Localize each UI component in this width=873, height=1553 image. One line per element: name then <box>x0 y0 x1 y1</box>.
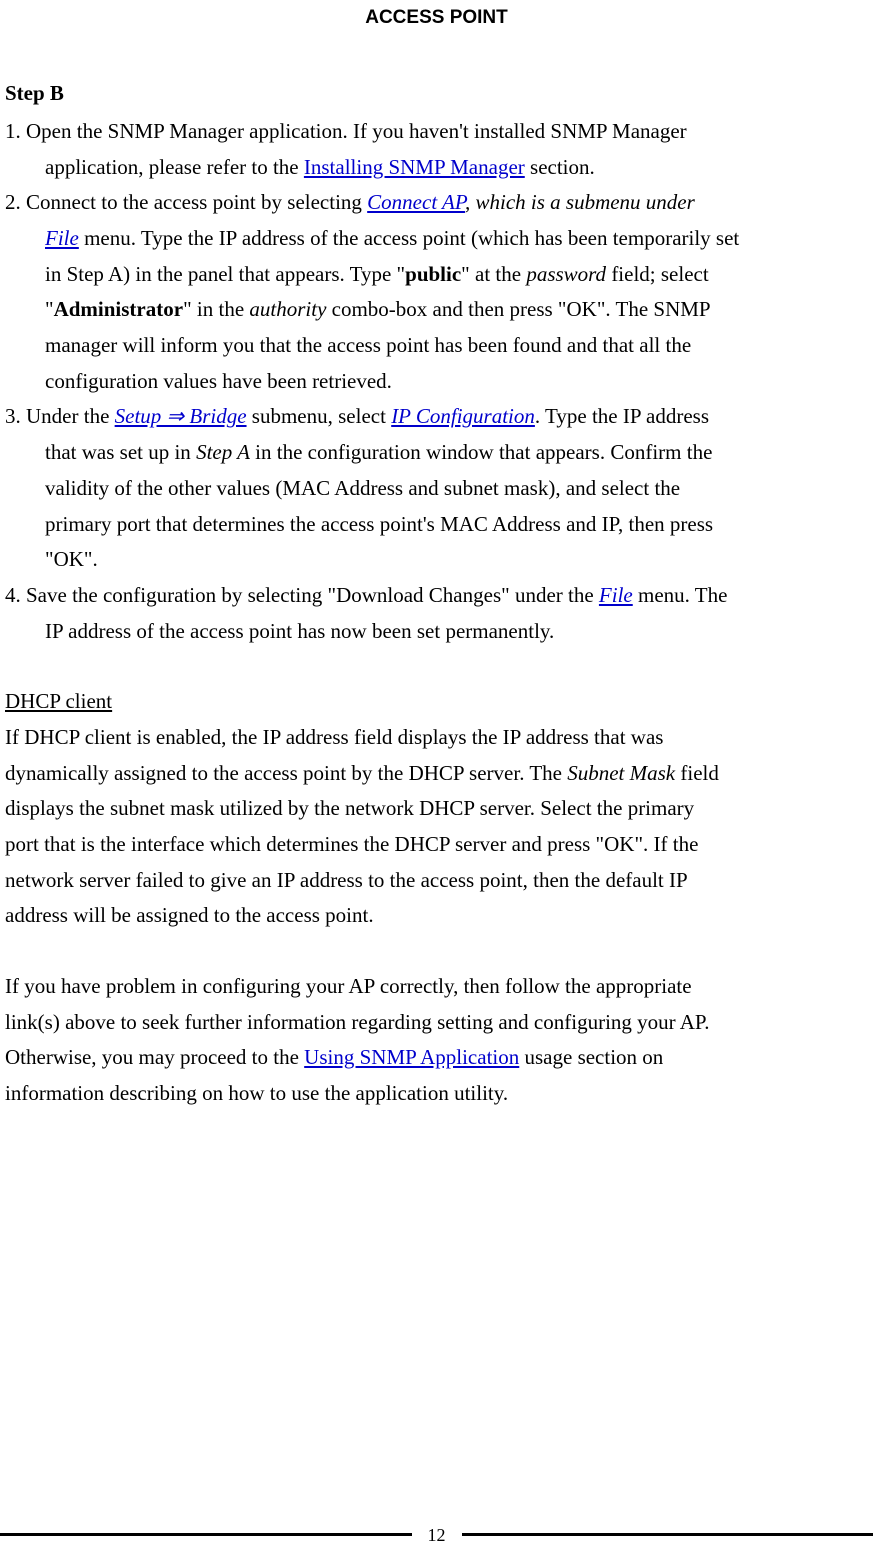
text: dynamically assigned to the access point… <box>5 761 567 785</box>
list-number: 1. <box>5 119 26 143</box>
header-title: ACCESS POINT <box>365 7 508 28</box>
list-item: 4. Save the configuration by selecting "… <box>5 578 868 649</box>
text: application, please refer to the <box>45 155 304 179</box>
text: field <box>675 761 719 785</box>
list-number: 2. <box>5 190 26 214</box>
text: in Step A) in the panel that appears. Ty… <box>45 262 405 286</box>
list-item: 1. Open the SNMP Manager application. If… <box>5 114 868 185</box>
text: . Type the IP address <box>535 404 709 428</box>
text: menu. The <box>633 583 728 607</box>
text: port that is the interface which determi… <box>5 827 868 863</box>
link-setup-bridge[interactable]: Setup ⇒ Bridge <box>115 404 247 428</box>
text: usage section on <box>519 1045 663 1069</box>
text: address will be assigned to the access p… <box>5 898 868 934</box>
text: Otherwise, you may proceed to the <box>5 1045 304 1069</box>
text: menu. Type the IP address of the access … <box>79 226 739 250</box>
page-number: 12 <box>412 1520 462 1551</box>
text: link(s) above to seek further informatio… <box>5 1005 868 1041</box>
link-file-menu[interactable]: File <box>45 226 79 250</box>
link-installing-snmp-manager[interactable]: Installing SNMP Manager <box>304 155 525 179</box>
list-body: IP address of the access point has now b… <box>5 614 868 650</box>
text-italic: authority <box>249 297 326 321</box>
text: Open the SNMP Manager application. If yo… <box>26 119 687 143</box>
footer-rule-right <box>462 1533 873 1536</box>
text: displays the subnet mask utilized by the… <box>5 791 868 827</box>
text: information describing on how to use the… <box>5 1076 868 1112</box>
step-label: Step B <box>5 76 868 112</box>
text: " at the <box>461 262 526 286</box>
text: submenu, select <box>247 404 392 428</box>
list-body: that was set up in Step A in the configu… <box>5 435 868 578</box>
text: If DHCP client is enabled, the IP addres… <box>5 720 868 756</box>
text-bold: Administrator <box>54 297 184 321</box>
text: primary port that determines the access … <box>45 507 868 543</box>
text: validity of the other values (MAC Addres… <box>45 471 868 507</box>
link-using-snmp-application[interactable]: Using SNMP Application <box>304 1045 519 1069</box>
text: Under the <box>26 404 115 428</box>
page-content: Step B 1. Open the SNMP Manager applicat… <box>5 76 868 1112</box>
text: configuration values have been retrieved… <box>45 364 868 400</box>
text: " in the <box>183 297 249 321</box>
closing-paragraph: If you have problem in configuring your … <box>5 969 868 1112</box>
text: field; select <box>606 262 709 286</box>
list-body: application, please refer to the Install… <box>5 150 868 186</box>
dhcp-heading: DHCP client <box>5 684 868 720</box>
text: combo-box and then press "OK". The SNMP <box>326 297 710 321</box>
text: section. <box>525 155 595 179</box>
text: in the configuration window that appears… <box>250 440 712 464</box>
link-connect-ap[interactable]: Connect AP <box>367 190 465 214</box>
text-bold: public <box>405 262 461 286</box>
text: "OK". <box>45 542 868 578</box>
list-number: 3. <box>5 404 26 428</box>
text: , which is a submenu under <box>465 190 695 214</box>
footer-rule-left <box>0 1533 412 1536</box>
text: Save the configuration by selecting "Dow… <box>26 583 599 607</box>
text: network server failed to give an IP addr… <box>5 863 868 899</box>
page-header: ACCESS POINT <box>5 0 868 54</box>
list-item: 3. Under the Setup ⇒ Bridge submenu, sel… <box>5 399 868 577</box>
text: If you have problem in configuring your … <box>5 969 868 1005</box>
text: IP address of the access point has now b… <box>45 614 868 650</box>
text: manager will inform you that the access … <box>45 328 868 364</box>
link-ip-configuration[interactable]: IP Configuration <box>391 404 535 428</box>
list-number: 4. <box>5 583 26 607</box>
text-italic: password <box>526 262 606 286</box>
text: Connect to the access point by selecting <box>26 190 367 214</box>
link-file-menu[interactable]: File <box>599 583 633 607</box>
page-footer: 12 <box>0 1519 873 1543</box>
text-italic: Step A <box>196 440 250 464</box>
list-body: File menu. Type the IP address of the ac… <box>5 221 868 399</box>
dhcp-paragraph: If DHCP client is enabled, the IP addres… <box>5 720 868 934</box>
text: that was set up in <box>45 440 196 464</box>
text-italic: Subnet Mask <box>567 761 675 785</box>
list-item: 2. Connect to the access point by select… <box>5 185 868 399</box>
text: " <box>45 297 54 321</box>
